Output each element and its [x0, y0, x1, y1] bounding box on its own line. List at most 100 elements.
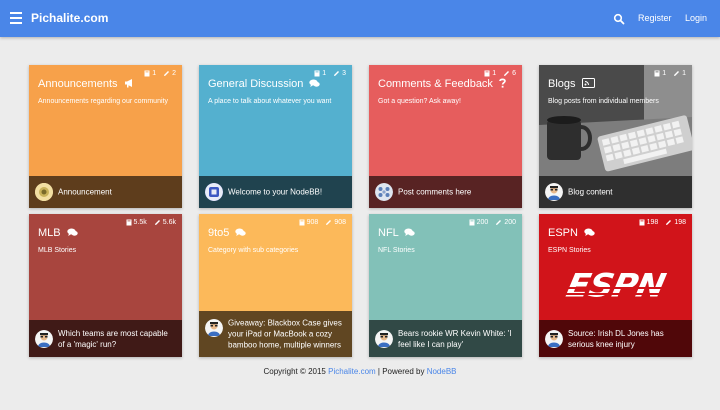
category-card-espn[interactable]: ESPN 198 198 ESPN ESPN Stories Source: I… [539, 214, 692, 357]
book-icon [484, 70, 490, 77]
avatar[interactable] [35, 329, 53, 348]
avatar[interactable] [205, 183, 223, 201]
avatar[interactable] [205, 319, 223, 337]
pencil-icon [334, 71, 340, 76]
book-icon [126, 219, 132, 226]
hamburger-menu-icon[interactable] [10, 12, 22, 24]
page-footer: Copyright © 2015 Pichalite.com | Powered… [0, 367, 720, 376]
category-card-comments-feedback[interactable]: 1 6 Comments & Feedback Got a question? … [369, 65, 522, 208]
comments-icon [66, 228, 78, 236]
rss-icon [581, 78, 595, 88]
post-count: 908 [334, 219, 346, 226]
copyright-text: Copyright © 2015 [263, 367, 326, 376]
pencil-icon [504, 71, 510, 76]
post-count: 2 [172, 70, 176, 77]
teaser-text[interactable]: Welcome to your NodeBB! [228, 187, 346, 198]
topic-count: 1 [152, 70, 157, 77]
category-title[interactable]: 9to5 [208, 227, 247, 239]
category-card-nfl[interactable]: 200 200 NFL NFL Stories Bears rookie WR … [369, 214, 522, 357]
teaser-text[interactable]: Post comments here [398, 187, 516, 198]
category-title-text[interactable]: NFL [378, 227, 398, 239]
category-title[interactable]: Announcements [38, 78, 135, 90]
login-link[interactable]: Login [685, 13, 707, 23]
category-stats: 908 908 [299, 219, 346, 226]
category-teaser[interactable]: Which teams are most capable of a 'magic… [29, 320, 182, 357]
post-count: 198 [674, 219, 686, 226]
pencil-icon [154, 220, 160, 225]
category-teaser[interactable]: Bears rookie WR Kevin White: 'I feel lik… [369, 320, 522, 357]
category-teaser[interactable]: Giveaway: Blackbox Case gives your iPad … [199, 311, 352, 357]
nodebb-link[interactable]: NodeBB [427, 367, 457, 376]
site-brand[interactable]: Pichalite.com [31, 11, 108, 25]
teaser-text[interactable]: Bears rookie WR Kevin White: 'I feel lik… [398, 328, 516, 350]
teaser-text[interactable]: Blog content [568, 187, 686, 198]
topic-count: 908 [306, 219, 319, 226]
topic-count: 1 [492, 70, 497, 77]
post-count: 1 [682, 70, 686, 77]
category-stats: 198 198 [639, 219, 686, 226]
category-teaser[interactable]: Source: Irish DL Jones has serious knee … [539, 320, 692, 357]
category-teaser[interactable]: Post comments here [369, 176, 522, 208]
category-card-mlb[interactable]: 5.5k 5.6k MLB MLB Stories Which teams ar… [29, 214, 182, 357]
topic-count: 198 [646, 219, 659, 226]
site-link[interactable]: Pichalite.com [328, 367, 376, 376]
avatar[interactable] [375, 329, 393, 348]
category-title[interactable]: NFL [378, 227, 416, 239]
comments-icon [235, 228, 247, 236]
category-title-text[interactable]: Comments & Feedback [378, 78, 493, 90]
category-teaser[interactable]: Announcement [29, 176, 182, 208]
category-title-text[interactable]: MLB [38, 227, 61, 239]
avatar[interactable] [545, 329, 563, 348]
category-title[interactable]: MLB [38, 227, 78, 239]
book-icon [654, 70, 660, 77]
category-title-text[interactable]: 9to5 [208, 227, 229, 239]
category-stats: 1 1 [654, 70, 686, 77]
book-icon [639, 219, 645, 226]
category-description: MLB Stories [38, 247, 77, 254]
category-card-blogs[interactable]: 1 1 Blogs Blog posts from individual mem… [539, 65, 692, 208]
book-icon [144, 70, 150, 77]
search-icon[interactable] [613, 13, 625, 25]
category-title[interactable]: ESPN [548, 227, 595, 239]
category-card-announcements[interactable]: 1 2 Announcements Announcements regardin… [29, 65, 182, 208]
pencil-icon [164, 71, 170, 76]
teaser-text[interactable]: Giveaway: Blackbox Case gives your iPad … [228, 318, 346, 351]
category-description: Announcements regarding our community [38, 98, 168, 105]
post-count: 5.6k [162, 219, 176, 226]
category-stats: 200 200 [469, 219, 516, 226]
avatar[interactable] [375, 183, 393, 201]
topic-count: 200 [476, 219, 489, 226]
category-card-general-discussion[interactable]: 1 3 General Discussion A place to talk a… [199, 65, 352, 208]
topic-count: 5.5k [133, 219, 147, 226]
pencil-icon [674, 71, 680, 76]
category-stats: 5.5k 5.6k [126, 219, 176, 226]
book-icon [314, 70, 320, 77]
category-title-text[interactable]: ESPN [548, 227, 578, 239]
pencil-icon [326, 220, 332, 225]
category-teaser[interactable]: Blog content [539, 176, 692, 208]
teaser-text[interactable]: Announcement [58, 187, 176, 198]
category-stats: 1 2 [144, 70, 176, 77]
category-title[interactable]: Blogs [548, 78, 595, 90]
category-description: A place to talk about whatever you want [208, 98, 332, 105]
avatar[interactable] [35, 183, 53, 201]
category-title[interactable]: General Discussion [208, 78, 321, 90]
powered-by-text: | Powered by [377, 367, 425, 376]
navbar: Pichalite.com Register Login [0, 0, 720, 37]
topic-count: 1 [322, 70, 327, 77]
category-title-text[interactable]: Blogs [548, 78, 576, 90]
teaser-text[interactable]: Source: Irish DL Jones has serious knee … [568, 328, 686, 350]
category-title-text[interactable]: General Discussion [208, 78, 303, 90]
category-title-text[interactable]: Announcements [38, 78, 118, 90]
category-description: Got a question? Ask away! [378, 98, 461, 105]
category-title[interactable]: Comments & Feedback [378, 78, 506, 90]
topic-count: 1 [662, 70, 667, 77]
avatar[interactable] [545, 183, 563, 201]
register-link[interactable]: Register [638, 13, 672, 23]
post-count: 3 [342, 70, 346, 77]
teaser-text[interactable]: Which teams are most capable of a 'magic… [58, 328, 176, 350]
category-teaser[interactable]: Welcome to your NodeBB! [199, 176, 352, 208]
category-description: NFL Stories [378, 247, 415, 254]
book-icon [299, 219, 305, 226]
category-card-9to5[interactable]: 908 908 9to5 Category with sub categorie… [199, 214, 352, 357]
